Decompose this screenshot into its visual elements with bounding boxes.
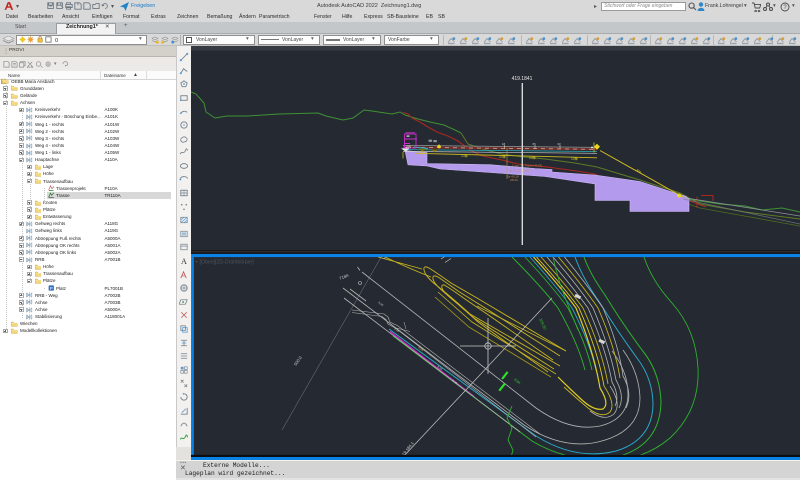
svg-text:A: A [181, 257, 187, 266]
svg-text:13%: 13% [529, 156, 536, 160]
svg-text:2B 09: 2B 09 [510, 178, 518, 182]
svg-text:1 von 3 y Punkt HILFE: 1 von 3 y Punkt HILFE [512, 164, 542, 168]
svg-text:2%: 2% [419, 150, 424, 154]
svg-text:13%: 13% [571, 157, 578, 161]
svg-text:13%: 13% [461, 154, 468, 158]
svg-text:05: 05 [533, 142, 537, 146]
svg-text:18: 18 [502, 142, 506, 146]
svg-text:419.1841: 419.1841 [512, 76, 533, 82]
svg-text:PN: PN [407, 145, 412, 149]
svg-text:03: 03 [558, 142, 562, 146]
svg-text:4a 21,50 32,08: 4a 21,50 32,08 [509, 169, 529, 173]
svg-text:+ [Oben][2D-Drahtkörper]: + [Oben][2D-Drahtkörper] [195, 260, 254, 266]
svg-text:13%: 13% [499, 155, 506, 159]
svg-text:0: 0 [55, 38, 58, 43]
